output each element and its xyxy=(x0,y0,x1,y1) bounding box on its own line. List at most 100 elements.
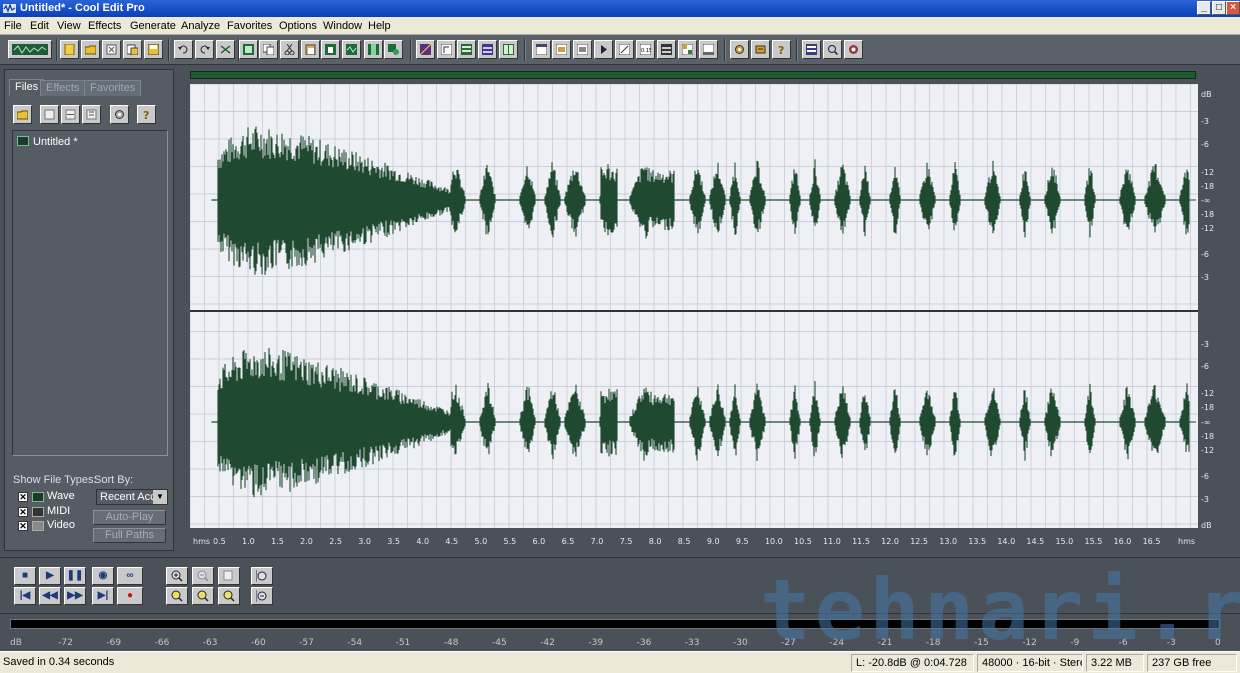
info-panel-button[interactable] xyxy=(678,40,697,59)
play-to-end-button[interactable]: ◉ xyxy=(92,567,114,585)
copy-button[interactable] xyxy=(259,40,278,59)
organizer-open-button[interactable] xyxy=(13,105,32,124)
status-format: 48000 · 16-bit · Stereo xyxy=(977,654,1083,672)
fast-forward-button[interactable]: ▶▶ xyxy=(64,587,86,605)
chevron-down-icon[interactable]: ▼ xyxy=(153,490,167,504)
multitrack-toggle-button[interactable] xyxy=(8,40,52,59)
zoom-in-vertical-icon xyxy=(256,570,267,582)
spectral-phase-button[interactable] xyxy=(499,40,518,59)
meter-toggle-button[interactable] xyxy=(657,40,676,59)
device-properties-button[interactable] xyxy=(751,40,770,59)
zoom-to-right-button[interactable] xyxy=(218,587,240,605)
zoom-to-selection-button[interactable] xyxy=(192,587,214,605)
tab-effects[interactable]: Effects xyxy=(40,80,86,96)
paste-to-new-button[interactable] xyxy=(321,40,340,59)
record-view-button[interactable] xyxy=(844,40,863,59)
menu-edit[interactable]: Edit xyxy=(30,19,49,33)
minimize-button[interactable]: _ xyxy=(1197,1,1211,15)
zoom-selection-button[interactable] xyxy=(615,40,634,59)
save-as-button[interactable] xyxy=(123,40,142,59)
zoom-to-left-button[interactable] xyxy=(166,587,188,605)
file-list[interactable]: Untitled * xyxy=(12,130,168,456)
loop-button[interactable]: ∞ xyxy=(117,567,143,585)
paste-button[interactable] xyxy=(301,40,320,59)
help-button[interactable]: ? xyxy=(772,40,791,59)
organizer-options-button[interactable] xyxy=(110,105,129,124)
undo-icon xyxy=(178,45,188,54)
go-to-start-button[interactable]: |◀ xyxy=(14,587,36,605)
go-to-end-button[interactable]: ▶| xyxy=(92,587,114,605)
delete-selection-button[interactable] xyxy=(384,40,403,59)
time-display-button[interactable]: 0:15 xyxy=(636,40,655,59)
zoom-in-horizontal-button[interactable] xyxy=(166,567,188,585)
organizer-close-button[interactable] xyxy=(40,105,59,124)
repeat-last-command-button[interactable] xyxy=(216,40,235,59)
cut-button[interactable] xyxy=(280,40,299,59)
maximize-button[interactable]: □ xyxy=(1212,1,1226,15)
menu-bar: File Edit View Effects Generate Analyze … xyxy=(0,17,1240,35)
view-waveform-button[interactable] xyxy=(532,40,551,59)
new-file-button[interactable] xyxy=(60,40,79,59)
settings-button[interactable] xyxy=(730,40,749,59)
zoom-out-vertical-button[interactable] xyxy=(251,587,273,605)
organizer-insert-button[interactable] xyxy=(61,105,80,124)
menu-file[interactable]: File xyxy=(4,19,22,33)
trim-button[interactable] xyxy=(364,40,383,59)
overview-bar[interactable] xyxy=(190,71,1196,79)
open-file-button[interactable] xyxy=(81,40,100,59)
edge-snap-button[interactable] xyxy=(437,40,456,59)
close-button[interactable]: × xyxy=(1226,1,1240,15)
menu-effects[interactable]: Effects xyxy=(88,19,121,33)
mix-paste-button[interactable] xyxy=(342,40,361,59)
rewind-button[interactable]: ◀◀ xyxy=(39,587,61,605)
play-button[interactable]: ▶ xyxy=(39,567,61,585)
menu-generate[interactable]: Generate xyxy=(130,19,176,33)
full-paths-button[interactable]: Full Paths xyxy=(93,528,166,543)
tab-favorites[interactable]: Favorites xyxy=(84,80,142,96)
organizer-edit-button[interactable] xyxy=(82,105,101,124)
redo-button[interactable] xyxy=(195,40,214,59)
menu-analyze[interactable]: Analyze xyxy=(181,19,220,33)
record-button[interactable]: ● xyxy=(117,587,143,605)
pause-button[interactable]: ❚❚ xyxy=(64,567,86,585)
menu-favorites[interactable]: Favorites xyxy=(227,19,272,33)
play-list-button[interactable] xyxy=(594,40,613,59)
undo-button[interactable] xyxy=(174,40,193,59)
spectral-pan-button[interactable] xyxy=(478,40,497,59)
video-type-checkbox[interactable]: ✕ xyxy=(18,521,28,531)
stop-button[interactable]: ■ xyxy=(14,567,36,585)
time-tick-label: 9.0 xyxy=(706,537,720,546)
meter-tick-label: -51 xyxy=(395,638,411,648)
auto-play-button[interactable]: Auto-Play xyxy=(93,510,166,525)
organizer-help-button[interactable]: ? xyxy=(137,105,156,124)
menu-options[interactable]: Options xyxy=(279,19,317,33)
midi-type-checkbox[interactable]: ✕ xyxy=(18,507,28,517)
zoom-in-view-button[interactable] xyxy=(823,40,842,59)
zoom-in-vertical-button[interactable] xyxy=(251,567,273,585)
meter-tick-label: -30 xyxy=(733,638,748,648)
zoom-out-horizontal-button[interactable] xyxy=(192,567,214,585)
wave-type-checkbox[interactable]: ✕ xyxy=(18,492,28,502)
file-list-item[interactable]: Untitled * xyxy=(17,136,78,149)
draw-envelope-button[interactable] xyxy=(416,40,435,59)
view-cue-list-button[interactable] xyxy=(552,40,571,59)
sort-by-select[interactable]: Recent Acc ▼ xyxy=(96,489,168,505)
zoom-full-button[interactable] xyxy=(218,567,240,585)
toolbar-separator xyxy=(724,39,726,61)
spectral-view-button[interactable] xyxy=(457,40,476,59)
multitrack-view-button[interactable] xyxy=(802,40,821,59)
zoom-out-vertical-icon xyxy=(256,590,267,602)
sort-by-label: Sort By: xyxy=(94,474,134,486)
view-playlist-button[interactable] xyxy=(573,40,592,59)
gear-icon xyxy=(735,45,744,54)
save-button[interactable] xyxy=(144,40,163,59)
status-bar-toggle-button[interactable] xyxy=(699,40,718,59)
menu-help[interactable]: Help xyxy=(368,19,391,33)
tab-files[interactable]: Files xyxy=(9,79,45,96)
menu-window[interactable]: Window xyxy=(323,19,362,33)
menu-view[interactable]: View xyxy=(57,19,81,33)
close-file-button[interactable] xyxy=(102,40,121,59)
waveform-display[interactable] xyxy=(190,84,1198,534)
copy-to-new-button[interactable] xyxy=(239,40,258,59)
time-display-icon: 0:15 xyxy=(640,44,651,55)
